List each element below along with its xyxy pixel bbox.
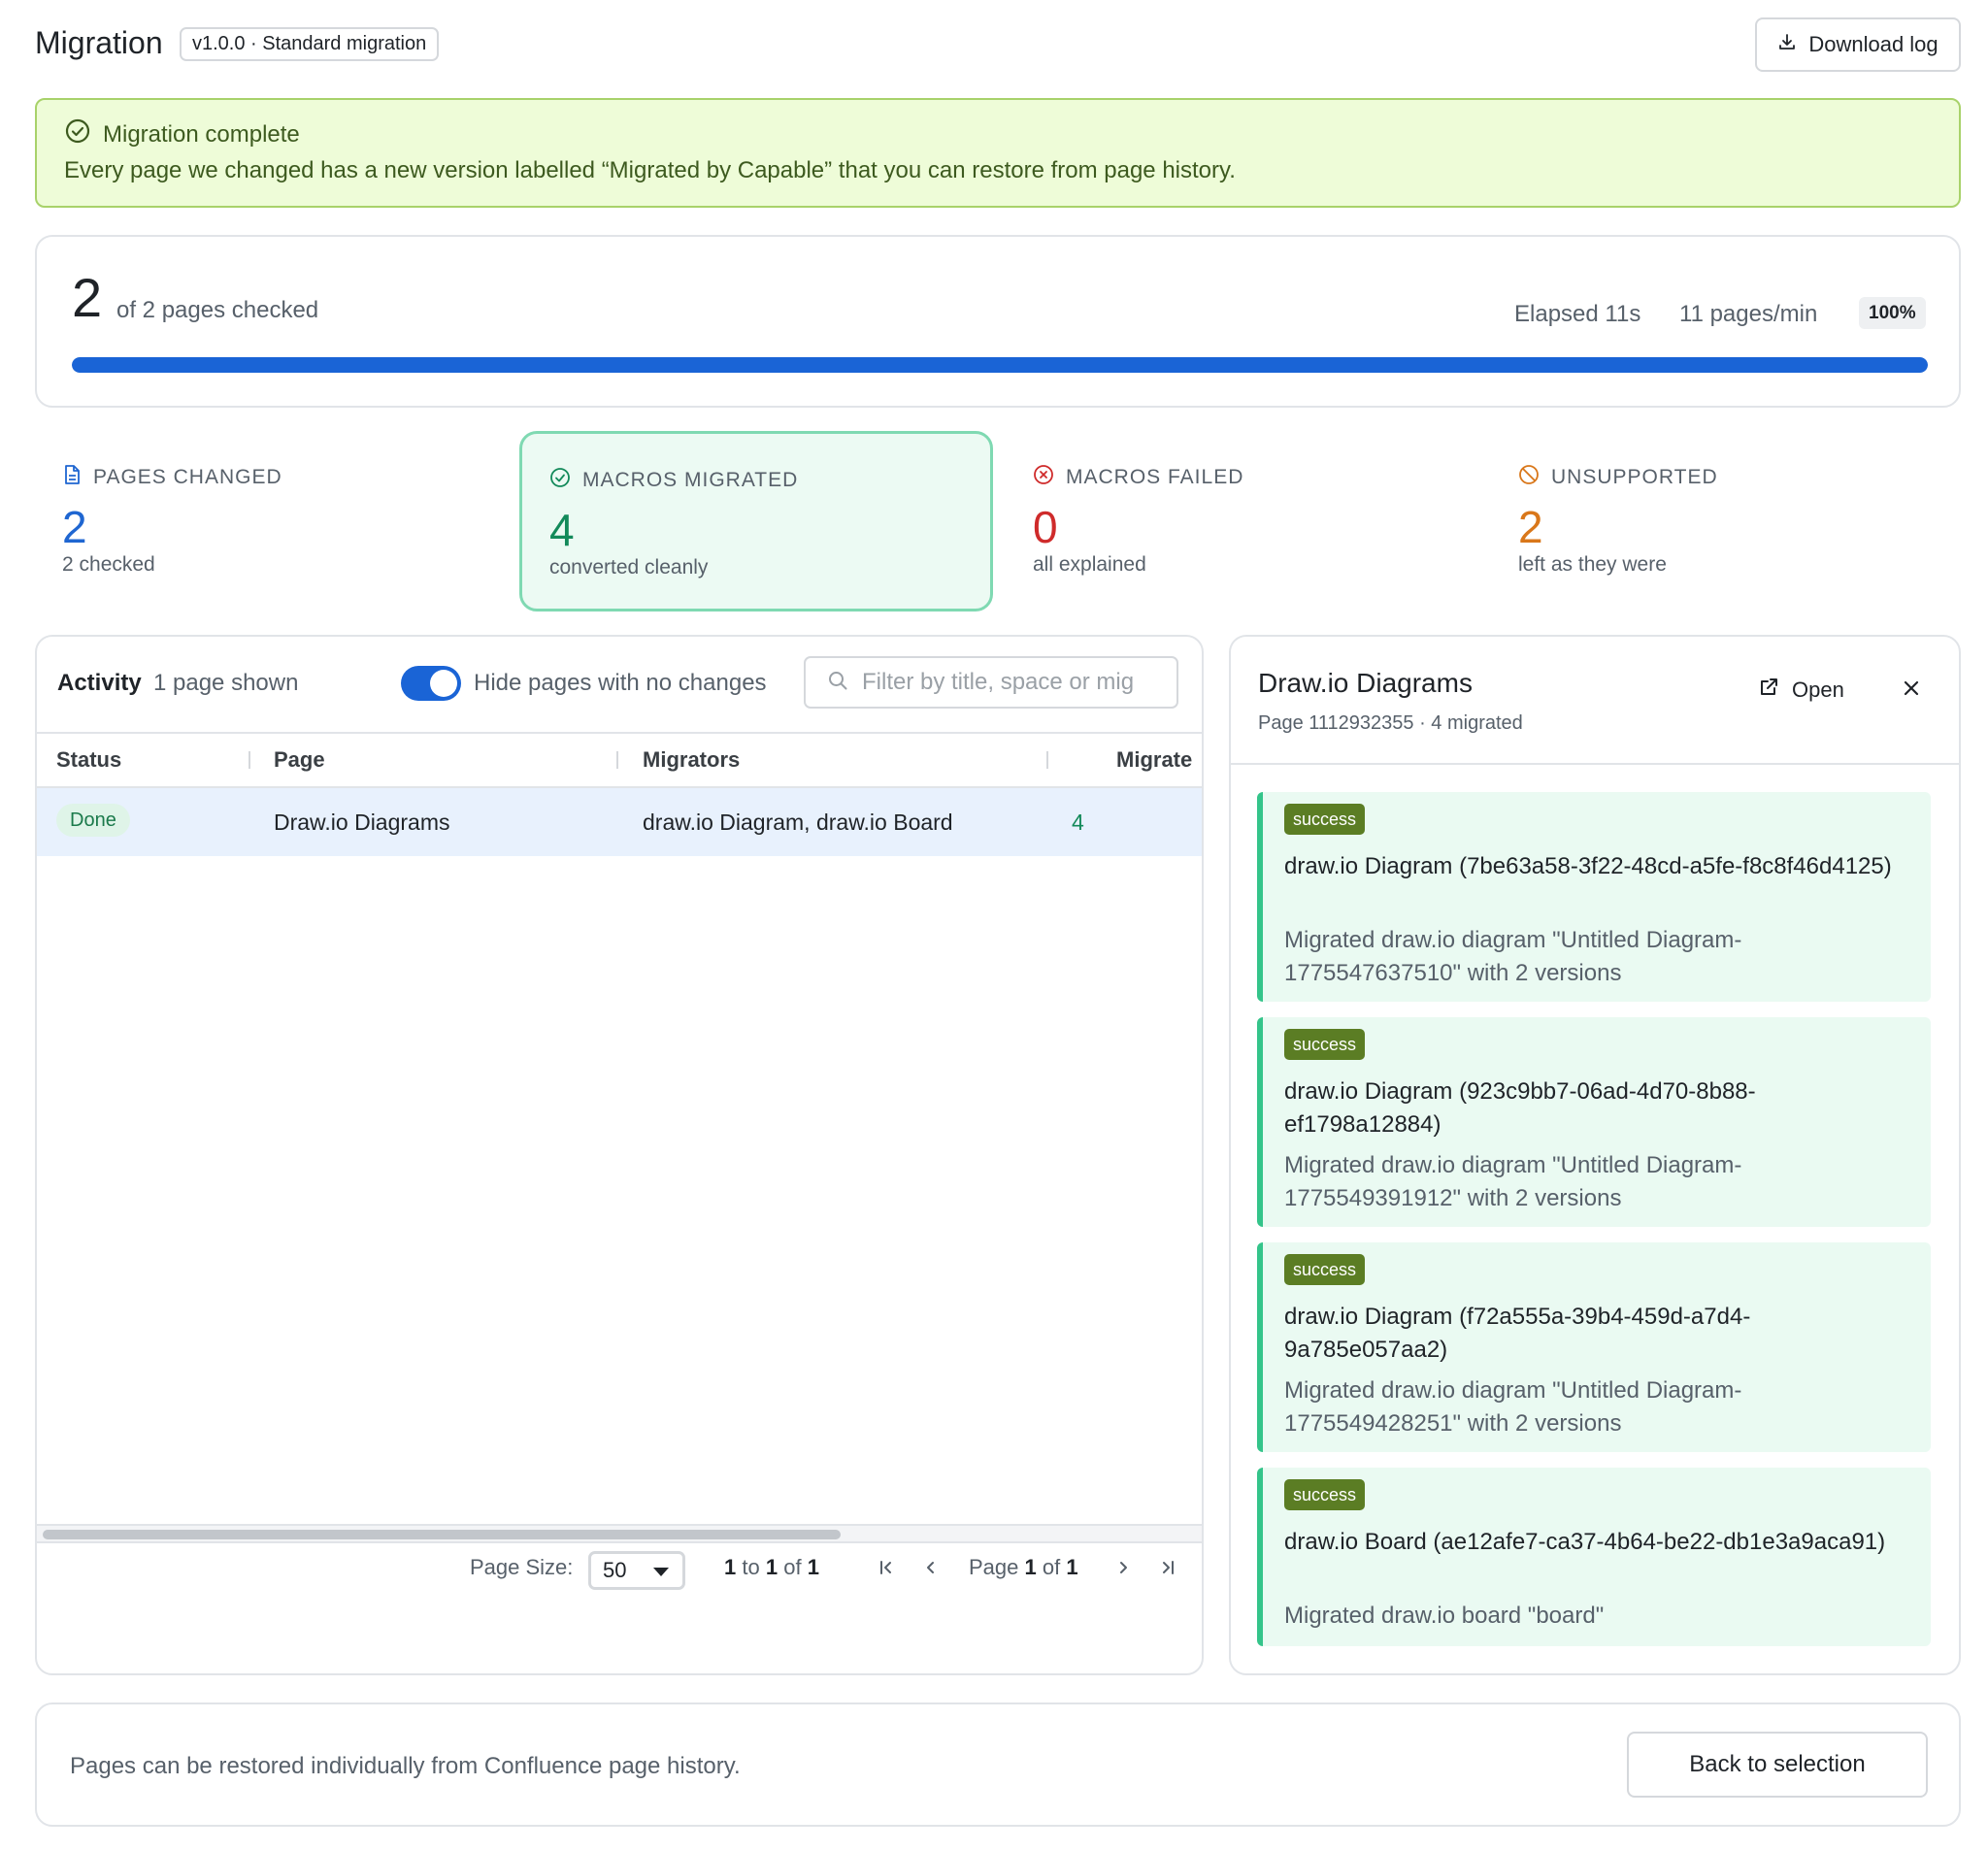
open-page-link[interactable]: Open [1757, 676, 1844, 705]
success-banner: Migration complete Every page we changed… [35, 98, 1961, 208]
hide-unchanged-toggle[interactable] [401, 666, 461, 701]
download-log-button[interactable]: Download log [1755, 17, 1961, 72]
download-icon [1777, 32, 1797, 57]
page-indicator: Page 1 of 1 [969, 1555, 1078, 1579]
result-card: success draw.io Board (ae12afe7-ca37-4b6… [1257, 1468, 1931, 1646]
row-page: Draw.io Diagrams [274, 810, 450, 835]
grid-header: Status Page Migrators Migrate [37, 732, 1202, 788]
back-to-selection-button[interactable]: Back to selection [1627, 1732, 1928, 1798]
stat-value: 4 [549, 505, 575, 555]
elapsed-time: Elapsed 11s [1514, 301, 1641, 327]
progress-bar [72, 357, 1928, 373]
ban-icon [1518, 464, 1540, 491]
next-page-icon[interactable] [1109, 1553, 1138, 1582]
scrollbar-thumb[interactable] [43, 1530, 841, 1539]
previous-page-icon[interactable] [916, 1553, 945, 1582]
result-title: draw.io Diagram (7be63a58-3f22-48cd-a5fe… [1284, 853, 1892, 879]
close-icon[interactable] [1897, 674, 1926, 703]
footer-message: Pages can be restored individually from … [70, 1753, 741, 1779]
external-link-icon [1757, 676, 1780, 705]
result-card: success draw.io Diagram (7be63a58-3f22-4… [1257, 792, 1931, 1002]
column-header-status[interactable]: Status [56, 747, 121, 773]
x-circle-icon [1033, 464, 1054, 491]
stat-label: MACROS MIGRATED [582, 469, 799, 491]
first-page-icon[interactable] [872, 1553, 901, 1582]
column-header-migrators[interactable]: Migrators [643, 747, 740, 773]
page-size-label: Page Size: [470, 1555, 574, 1579]
result-description: Migrated draw.io diagram "Untitled Diagr… [1284, 927, 1742, 986]
result-card: success draw.io Diagram (923c9bb7-06ad-4… [1257, 1017, 1931, 1227]
row-range: 1 to 1 of 1 [724, 1555, 819, 1579]
pages-checked-count: 2 [72, 267, 103, 328]
search-icon [827, 670, 848, 696]
stat-label: MACROS FAILED [1066, 466, 1244, 488]
page-title: Migration [35, 25, 163, 60]
stat-macros-migrated[interactable]: MACROS MIGRATED 4 converted cleanly [519, 431, 993, 611]
activity-title: Activity [57, 670, 142, 696]
column-resize-handle[interactable] [248, 751, 250, 769]
document-icon [62, 464, 82, 491]
progress-bar-fill [72, 357, 1928, 373]
pages-checked-suffix: of 2 pages checked [116, 297, 319, 323]
filter-field[interactable] [804, 656, 1178, 709]
page-size-value: 50 [603, 1558, 627, 1582]
result-title: draw.io Diagram (923c9bb7-06ad-4d70-8b88… [1284, 1078, 1756, 1138]
horizontal-scrollbar[interactable] [37, 1524, 1202, 1543]
page-size-select[interactable]: 50 [588, 1551, 685, 1590]
activity-count: 1 page shown [153, 670, 299, 696]
result-description: Migrated draw.io diagram "Untitled Diagr… [1284, 1377, 1742, 1437]
filter-input[interactable] [862, 669, 1173, 696]
status-badge: success [1284, 804, 1366, 835]
column-resize-handle[interactable] [1046, 751, 1048, 769]
detail-divider [1231, 763, 1959, 765]
status-badge: success [1284, 1479, 1366, 1510]
detail-panel: Draw.io Diagrams Page 1112932355 · 4 mig… [1229, 635, 1961, 1675]
hide-unchanged-label: Hide pages with no changes [474, 670, 767, 696]
stat-pages-changed: PAGES CHANGED 2 2 checked [35, 431, 509, 611]
stat-value: 0 [1033, 502, 1058, 552]
stat-sub: all explained [1033, 553, 1146, 576]
percent-badge: 100% [1859, 297, 1926, 329]
chevron-down-icon [653, 1568, 669, 1576]
column-header-migrated[interactable]: Migrate [1116, 747, 1192, 773]
check-circle-icon [549, 467, 571, 494]
banner-title: Migration complete [103, 120, 300, 148]
check-circle-icon [64, 117, 91, 151]
status-badge: success [1284, 1029, 1366, 1060]
status-badge: success [1284, 1254, 1366, 1285]
result-card: success draw.io Diagram (f72a555a-39b4-4… [1257, 1242, 1931, 1452]
result-title: draw.io Diagram (f72a555a-39b4-459d-a7d4… [1284, 1304, 1751, 1363]
stat-value: 2 [62, 502, 87, 552]
download-log-label: Download log [1808, 32, 1938, 56]
result-description: Migrated draw.io board "board" [1284, 1603, 1605, 1629]
table-row[interactable]: Done Draw.io Diagrams draw.io Diagram, d… [37, 788, 1202, 856]
version-badge: v1.0.0 · Standard migration [180, 27, 440, 61]
stat-label: UNSUPPORTED [1551, 466, 1718, 488]
stat-unsupported: UNSUPPORTED 2 left as they were [1491, 431, 1965, 611]
row-migrators: draw.io Diagram, draw.io Board [643, 810, 953, 835]
progress-card: 2 of 2 pages checked Elapsed 11s 11 page… [35, 235, 1961, 408]
stat-macros-failed: MACROS FAILED 0 all explained [1006, 431, 1479, 611]
open-label: Open [1792, 678, 1844, 702]
stat-value: 2 [1518, 502, 1543, 552]
stat-sub: converted cleanly [549, 556, 709, 578]
column-header-page[interactable]: Page [274, 747, 325, 773]
stat-label: PAGES CHANGED [93, 466, 282, 488]
result-title: draw.io Board (ae12afe7-ca37-4b64-be22-d… [1284, 1529, 1886, 1555]
stat-sub: left as they were [1518, 553, 1667, 576]
row-migrated-count: 4 [1072, 810, 1084, 835]
footer-bar: Pages can be restored individually from … [35, 1702, 1961, 1827]
status-badge: Done [56, 804, 130, 837]
stat-sub: 2 checked [62, 553, 155, 576]
activity-card: Activity 1 page shown Hide pages with no… [35, 635, 1204, 1675]
column-resize-handle[interactable] [616, 751, 618, 769]
detail-title: Draw.io Diagrams [1258, 668, 1473, 698]
pages-rate: 11 pages/min [1679, 301, 1818, 327]
last-page-icon[interactable] [1153, 1553, 1182, 1582]
detail-subtitle: Page 1112932355 · 4 migrated [1258, 712, 1523, 734]
result-description: Migrated draw.io diagram "Untitled Diagr… [1284, 1152, 1742, 1211]
banner-message: Every page we changed has a new version … [64, 157, 1236, 183]
